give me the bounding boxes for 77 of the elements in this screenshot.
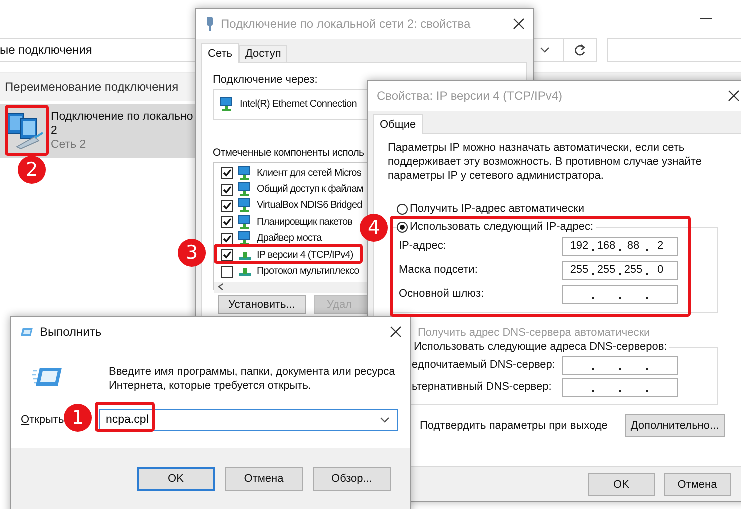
rename-command[interactable]: Переименование подключения <box>5 80 179 94</box>
button[interactable]: OK <box>137 467 215 491</box>
component-name[interactable]: IP версии 4 (TCP/IPv4) <box>257 250 354 261</box>
network-service-icon <box>237 231 253 246</box>
refresh-button[interactable] <box>564 38 597 62</box>
adapter-name: Intel(R) Ethernet Connection <box>240 99 357 110</box>
button[interactable]: Отмена <box>664 473 731 496</box>
advanced-button[interactable]: Дополнительно... <box>625 414 725 437</box>
highlight-frame <box>5 105 49 156</box>
network-service-icon <box>237 198 253 214</box>
network-service-icon <box>237 214 253 230</box>
connection-name: 2 <box>51 124 58 138</box>
run-icon <box>32 367 62 387</box>
close-icon[interactable] <box>513 18 525 30</box>
tab[interactable]: Общие <box>373 114 424 134</box>
chevron-down-icon[interactable] <box>380 417 390 423</box>
minimize-icon <box>700 18 712 20</box>
close-icon[interactable] <box>390 326 402 338</box>
plug-icon <box>205 16 215 32</box>
highlight-frame <box>95 402 155 432</box>
checkbox[interactable] <box>221 232 233 245</box>
ip-field[interactable]: 192 168 88 2 <box>562 236 678 256</box>
checkbox-label[interactable]: Подтвердить параметры при выходе <box>420 420 625 432</box>
button[interactable]: Отмена <box>225 467 303 491</box>
radio-label[interactable]: Использовать следующий IP-адрес: <box>410 221 594 233</box>
field-label: ьтернативный DNS-сервер: <box>411 381 553 393</box>
field-label: IP-адрес: <box>399 240 448 252</box>
checkbox[interactable] <box>221 200 233 212</box>
checkbox[interactable] <box>221 167 233 180</box>
address-text: ые подключения <box>0 43 92 57</box>
ip-field[interactable] <box>562 378 678 396</box>
button[interactable]: OK <box>588 473 655 496</box>
description-text: Параметры IP можно назначать автоматически, если сеть поддерживает эту возможность. В противном случае узнайте параметры IP у сетевого администратора. <box>388 141 703 183</box>
radio-label[interactable]: Использовать следующие адреса DNS-серверов: <box>414 340 668 354</box>
checkbox[interactable] <box>221 266 233 278</box>
window-title: Свойства: IP версии 4 (TCP/IPv4) <box>377 89 564 103</box>
connection-name: Подключение по локально <box>51 110 194 124</box>
radio-label[interactable]: Получить IP-адрес автоматически <box>410 203 584 215</box>
checkbox[interactable] <box>221 249 233 262</box>
run-icon <box>20 327 34 337</box>
chevron-down-icon[interactable] <box>540 47 550 53</box>
component-name[interactable]: Клиент для сетей Micros <box>257 168 362 179</box>
window-title: Подключение по локальной сети 2: свойства <box>221 17 472 31</box>
close-icon[interactable] <box>728 90 740 102</box>
component-name[interactable]: Протокол мультиплексо <box>257 266 360 278</box>
window-title: Выполнить <box>40 325 103 339</box>
radio-button[interactable] <box>397 222 408 232</box>
command-field[interactable]: ncpa.cpl <box>99 409 398 431</box>
network-computers-icon <box>5 111 45 151</box>
refresh-icon <box>574 44 586 56</box>
search-field[interactable] <box>607 38 741 62</box>
component-name[interactable]: VirtualBox NDIS6 Bridged <box>257 200 362 212</box>
field-label: Маска подсети: <box>399 264 479 276</box>
open-label: Открыть <box>21 414 64 426</box>
tab[interactable]: Сеть <box>201 43 240 63</box>
components-label: Отмеченные компоненты исполь <box>213 147 364 159</box>
connect-via-label: Подключение через: <box>213 74 318 86</box>
radio-button[interactable] <box>397 204 408 214</box>
field-label: Основной шлюз: <box>399 288 486 300</box>
network-service-icon <box>237 166 253 181</box>
component-name[interactable]: Общий доступ к файлам <box>257 184 364 196</box>
ip-field[interactable] <box>562 284 678 304</box>
button[interactable]: Обзор... <box>313 467 391 491</box>
checkbox[interactable] <box>221 184 233 196</box>
field-label: едпочитаемый DNS-сервер: <box>411 359 556 371</box>
component-name[interactable]: Драйвер моста <box>257 233 322 244</box>
component-name[interactable]: Планировщик пакетов <box>257 216 353 228</box>
checkbox[interactable] <box>221 216 233 228</box>
network-adapter-icon <box>219 97 234 112</box>
button[interactable]: Установить... <box>218 295 306 314</box>
network-name: Сеть 2 <box>51 138 88 152</box>
scroll-left-icon <box>218 283 224 292</box>
ip-field[interactable]: 255 255 255 0 <box>562 260 678 280</box>
tab[interactable]: Доступ <box>239 45 288 62</box>
network-service-icon <box>237 182 253 198</box>
description-text: Введите имя программы, папки, документа или ресурса Интернета, которые требуется открыть. <box>109 365 396 393</box>
ip-field[interactable] <box>562 356 678 374</box>
